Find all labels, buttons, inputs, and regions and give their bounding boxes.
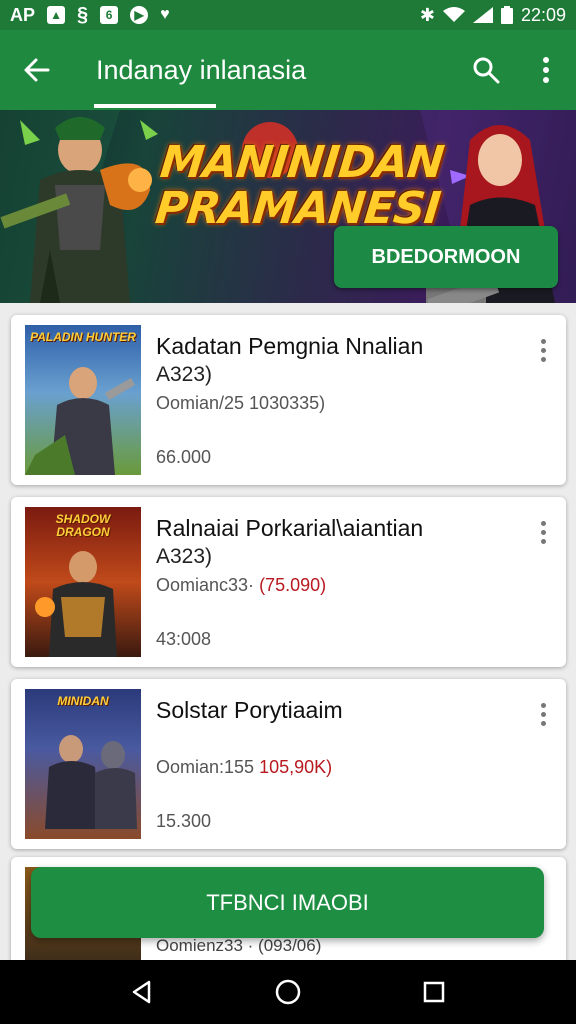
card-more-button[interactable]: [533, 517, 553, 547]
six-app-icon: 6: [100, 6, 119, 24]
game-price: 43:008: [156, 629, 212, 649]
promo-banner[interactable]: MANINIDAN PRAMANESI BDEDORMOON: [0, 110, 576, 303]
game-thumbnail: PALADIN HUNTER: [25, 325, 141, 475]
thumbnail-caption: MINIDAN: [57, 694, 109, 708]
gallery-icon: ▲: [47, 6, 66, 24]
game-subtitle: A323): [156, 363, 213, 386]
thumbnail-artwork: [45, 735, 137, 829]
nav-home-button[interactable]: [270, 974, 306, 1010]
more-vert-icon: [540, 520, 546, 544]
game-meta: Oomienz33 · (093/06): [156, 936, 322, 955]
game-subtitle: A323): [156, 545, 213, 568]
status-bar: AP ▲ § 6 ▶ ♥ ✱ 22:09: [0, 0, 576, 30]
game-thumbnail: MINIDAN: [25, 689, 141, 839]
nav-back-button[interactable]: [124, 974, 160, 1010]
recents-square-icon: [423, 981, 445, 1003]
game-meta: Oomian/25 1030335): [156, 393, 325, 414]
navigation-bar: [0, 960, 576, 1024]
more-vert-icon: [540, 338, 546, 362]
app-bar: Indanay inlanasia: [0, 30, 576, 110]
home-circle-icon: [275, 979, 301, 1005]
shield-icon: ♥: [160, 6, 170, 23]
thumbnail-artwork: [25, 367, 135, 475]
game-card[interactable]: MINIDAN Solstar Porytiaaim Oomian:155 10…: [11, 679, 566, 849]
battery-icon: [500, 6, 513, 24]
title-underline: [94, 104, 216, 108]
banner-title-line1: MANINIDAN: [157, 137, 446, 188]
signal-icon: [472, 7, 493, 23]
back-button[interactable]: [16, 50, 56, 90]
game-card[interactable]: SHADOW DRAGON Ralnaiai Porkarial\aiantia…: [11, 497, 566, 667]
back-arrow-icon: [24, 58, 50, 82]
banner-title: MANINIDAN PRAMANESI: [153, 137, 446, 234]
game-title: Kadatan Pemgnia Nnalian: [156, 333, 424, 359]
game-title: Solstar Porytiaaim: [156, 697, 343, 723]
clock: 22:09: [520, 4, 566, 25]
more-vert-icon: [543, 57, 549, 83]
thumbnail-caption: SHADOW DRAGON: [55, 512, 111, 539]
overflow-menu-button[interactable]: [526, 50, 566, 90]
floating-action-button[interactable]: TFBNCI IMAOBI: [31, 867, 544, 938]
s-app-icon: §: [77, 3, 89, 26]
game-meta-text: Oomian:155: [156, 757, 255, 777]
play-icon: ▶: [130, 6, 149, 24]
game-thumbnail: SHADOW DRAGON: [25, 507, 141, 657]
more-vert-icon: [540, 702, 546, 726]
game-meta: Oomianc33· (75.090): [156, 575, 326, 596]
card-more-button[interactable]: [533, 699, 553, 729]
game-price: 15.300: [156, 811, 212, 831]
bluetooth-icon: ✱: [419, 4, 435, 25]
game-title: Ralnaiai Porkarial\aiantian: [156, 515, 424, 541]
search-button[interactable]: [466, 50, 506, 90]
card-more-button[interactable]: [533, 335, 553, 365]
game-meta-highlight: 105,90K): [259, 757, 333, 777]
game-price: 66.000: [156, 447, 212, 467]
nav-recents-button[interactable]: [416, 974, 452, 1010]
game-meta-text: Oomian/25 1030335): [156, 393, 326, 413]
carrier-label: AP: [10, 4, 36, 25]
wifi-icon: [442, 7, 465, 22]
banner-cta-button[interactable]: BDEDORMOON: [334, 226, 558, 288]
game-meta-text: Oomianc33·: [156, 575, 255, 595]
back-triangle-icon: [132, 980, 151, 1004]
thumbnail-caption: PALADIN HUNTER: [30, 330, 136, 344]
search-icon: [473, 57, 500, 84]
game-card[interactable]: PALADIN HUNTER Kadatan Pemgnia Nnalian A…: [11, 315, 566, 485]
game-meta: Oomian:155 105,90K): [156, 757, 332, 778]
page-title: Indanay inlanasia: [96, 55, 307, 85]
game-meta-highlight: (75.090): [259, 575, 327, 595]
